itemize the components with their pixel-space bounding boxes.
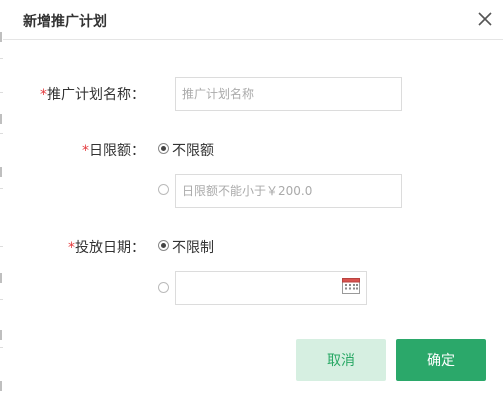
dialog-header: 新增推广计划	[3, 0, 503, 40]
plan-name-input[interactable]	[175, 77, 402, 111]
delivery-date-custom-radio[interactable]	[158, 282, 169, 293]
cancel-button[interactable]: 取消	[296, 339, 386, 381]
plan-name-label: *推广计划名称：	[40, 87, 145, 103]
calendar-icon[interactable]	[342, 278, 360, 294]
delivery-date-label: *投放日期：	[68, 240, 145, 256]
new-plan-dialog: 新增推广计划 *推广计划名称： *日限额： 不限额 *投放日期： 不限制 取消 …	[3, 0, 503, 397]
confirm-button[interactable]: 确定	[396, 339, 486, 381]
delivery-date-input[interactable]	[175, 271, 367, 305]
delivery-date-unlimited-radio[interactable]	[158, 240, 169, 251]
daily-limit-unlimited-text: 不限额	[172, 143, 214, 159]
daily-limit-custom-radio[interactable]	[158, 184, 169, 195]
close-icon[interactable]	[475, 9, 495, 29]
daily-limit-unlimited-radio[interactable]	[158, 143, 169, 154]
required-mark: *	[82, 143, 89, 159]
dialog-title: 新增推广计划	[23, 14, 107, 30]
required-mark: *	[40, 87, 47, 103]
daily-limit-input[interactable]	[175, 174, 402, 208]
daily-limit-label: *日限额：	[82, 143, 145, 159]
delivery-date-unlimited-text: 不限制	[172, 240, 214, 256]
required-mark: *	[68, 240, 75, 256]
